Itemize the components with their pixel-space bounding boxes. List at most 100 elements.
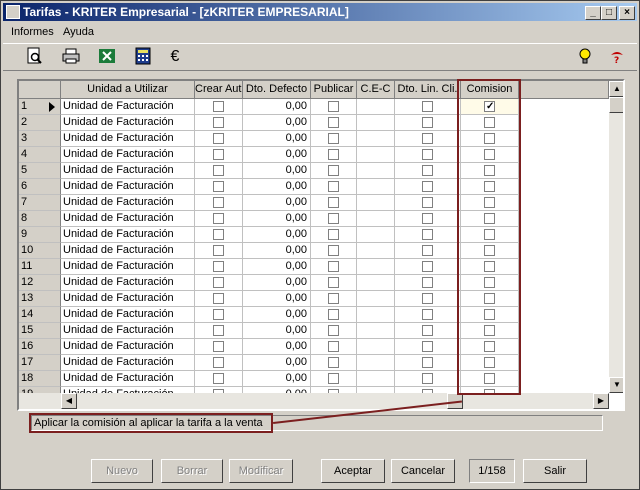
- cell-dto-defecto[interactable]: 0,00: [243, 227, 311, 243]
- cell-publicar[interactable]: [311, 275, 357, 291]
- dto-lin-cli-checkbox[interactable]: [422, 117, 433, 128]
- cell-crear-auto[interactable]: [195, 275, 243, 291]
- crear-auto-checkbox[interactable]: [213, 213, 224, 224]
- cell-dto-defecto[interactable]: 0,00: [243, 355, 311, 371]
- header-unidad[interactable]: Unidad a Utilizar: [61, 81, 195, 99]
- excel-icon[interactable]: [97, 47, 117, 67]
- dto-lin-cli-checkbox[interactable]: [422, 245, 433, 256]
- cancelar-button[interactable]: Cancelar: [391, 459, 455, 483]
- cell-unidad[interactable]: Unidad de Facturación: [61, 243, 195, 259]
- publicar-checkbox[interactable]: [328, 197, 339, 208]
- cell-publicar[interactable]: [311, 371, 357, 387]
- cell-unidad[interactable]: Unidad de Facturación: [61, 371, 195, 387]
- cell-publicar[interactable]: [311, 195, 357, 211]
- crear-auto-checkbox[interactable]: [213, 165, 224, 176]
- nuevo-button[interactable]: Nuevo: [91, 459, 153, 483]
- cell-unidad[interactable]: Unidad de Facturación: [61, 323, 195, 339]
- publicar-checkbox[interactable]: [328, 149, 339, 160]
- scroll-down-button[interactable]: ▼: [609, 377, 623, 393]
- cell-publicar[interactable]: [311, 211, 357, 227]
- vertical-scroll-thumb[interactable]: [609, 97, 623, 113]
- modificar-button[interactable]: Modificar: [229, 459, 293, 483]
- publicar-checkbox[interactable]: [328, 181, 339, 192]
- dto-lin-cli-checkbox[interactable]: [422, 213, 433, 224]
- publicar-checkbox[interactable]: [328, 117, 339, 128]
- cell-crear-auto[interactable]: [195, 259, 243, 275]
- cell-unidad[interactable]: Unidad de Facturación: [61, 275, 195, 291]
- menu-informes[interactable]: Informes: [11, 26, 54, 38]
- cell-dto-defecto[interactable]: 0,00: [243, 115, 311, 131]
- cell-dto-lin-cli[interactable]: [395, 115, 461, 131]
- crear-auto-checkbox[interactable]: [213, 181, 224, 192]
- cell-dto-defecto[interactable]: 0,00: [243, 291, 311, 307]
- dto-lin-cli-checkbox[interactable]: [422, 293, 433, 304]
- dto-lin-cli-checkbox[interactable]: [422, 277, 433, 288]
- cell-dto-defecto[interactable]: 0,00: [243, 339, 311, 355]
- cell-cec[interactable]: [357, 99, 395, 115]
- cell-cec[interactable]: [357, 355, 395, 371]
- cell-unidad[interactable]: Unidad de Facturación: [61, 259, 195, 275]
- cell-publicar[interactable]: [311, 307, 357, 323]
- crear-auto-checkbox[interactable]: [213, 373, 224, 384]
- cell-publicar[interactable]: [311, 323, 357, 339]
- borrar-button[interactable]: Borrar: [161, 459, 223, 483]
- dto-lin-cli-checkbox[interactable]: [422, 133, 433, 144]
- publicar-checkbox[interactable]: [328, 341, 339, 352]
- maximize-button[interactable]: □: [601, 6, 617, 20]
- cell-cec[interactable]: [357, 291, 395, 307]
- publicar-checkbox[interactable]: [328, 325, 339, 336]
- publicar-checkbox[interactable]: [328, 293, 339, 304]
- publicar-checkbox[interactable]: [328, 261, 339, 272]
- cell-crear-auto[interactable]: [195, 227, 243, 243]
- cell-unidad[interactable]: Unidad de Facturación: [61, 99, 195, 115]
- title-bar[interactable]: Tarifas - KRITER Empresarial - [zKRITER …: [3, 3, 637, 21]
- menu-ayuda[interactable]: Ayuda: [63, 26, 94, 38]
- crear-auto-checkbox[interactable]: [213, 277, 224, 288]
- scroll-right-button[interactable]: ▶: [593, 393, 609, 409]
- publicar-checkbox[interactable]: [328, 165, 339, 176]
- help-icon[interactable]: ?: [607, 47, 627, 67]
- close-button[interactable]: ×: [619, 6, 635, 20]
- header-dto-lin-cli[interactable]: Dto. Lin. Cli.: [395, 81, 461, 99]
- crear-auto-checkbox[interactable]: [213, 197, 224, 208]
- print-icon[interactable]: [61, 47, 81, 67]
- crear-auto-checkbox[interactable]: [213, 229, 224, 240]
- aceptar-button[interactable]: Aceptar: [321, 459, 385, 483]
- cell-dto-defecto[interactable]: 0,00: [243, 195, 311, 211]
- crear-auto-checkbox[interactable]: [213, 133, 224, 144]
- cell-publicar[interactable]: [311, 339, 357, 355]
- cell-cec[interactable]: [357, 179, 395, 195]
- cell-crear-auto[interactable]: [195, 147, 243, 163]
- header-cec[interactable]: C.E-C: [357, 81, 395, 99]
- vertical-scrollbar[interactable]: ▲ ▼: [609, 81, 623, 393]
- cell-cec[interactable]: [357, 323, 395, 339]
- cell-unidad[interactable]: Unidad de Facturación: [61, 147, 195, 163]
- scroll-left-button[interactable]: ◀: [61, 393, 77, 409]
- cell-publicar[interactable]: [311, 259, 357, 275]
- cell-dto-defecto[interactable]: 0,00: [243, 211, 311, 227]
- cell-crear-auto[interactable]: [195, 163, 243, 179]
- cell-dto-defecto[interactable]: 0,00: [243, 131, 311, 147]
- cell-unidad[interactable]: Unidad de Facturación: [61, 115, 195, 131]
- crear-auto-checkbox[interactable]: [213, 101, 224, 112]
- dto-lin-cli-checkbox[interactable]: [422, 229, 433, 240]
- cell-unidad[interactable]: Unidad de Facturación: [61, 291, 195, 307]
- crear-auto-checkbox[interactable]: [213, 341, 224, 352]
- cell-publicar[interactable]: [311, 99, 357, 115]
- dto-lin-cli-checkbox[interactable]: [422, 325, 433, 336]
- cell-cec[interactable]: [357, 243, 395, 259]
- cell-cec[interactable]: [357, 131, 395, 147]
- crear-auto-checkbox[interactable]: [213, 309, 224, 320]
- crear-auto-checkbox[interactable]: [213, 245, 224, 256]
- cell-dto-lin-cli[interactable]: [395, 99, 461, 115]
- publicar-checkbox[interactable]: [328, 133, 339, 144]
- cell-crear-auto[interactable]: [195, 99, 243, 115]
- cell-unidad[interactable]: Unidad de Facturación: [61, 195, 195, 211]
- dto-lin-cli-checkbox[interactable]: [422, 261, 433, 272]
- cell-dto-lin-cli[interactable]: [395, 291, 461, 307]
- calculator-icon[interactable]: [133, 47, 153, 67]
- publicar-checkbox[interactable]: [328, 229, 339, 240]
- dto-lin-cli-checkbox[interactable]: [422, 309, 433, 320]
- cell-cec[interactable]: [357, 195, 395, 211]
- crear-auto-checkbox[interactable]: [213, 357, 224, 368]
